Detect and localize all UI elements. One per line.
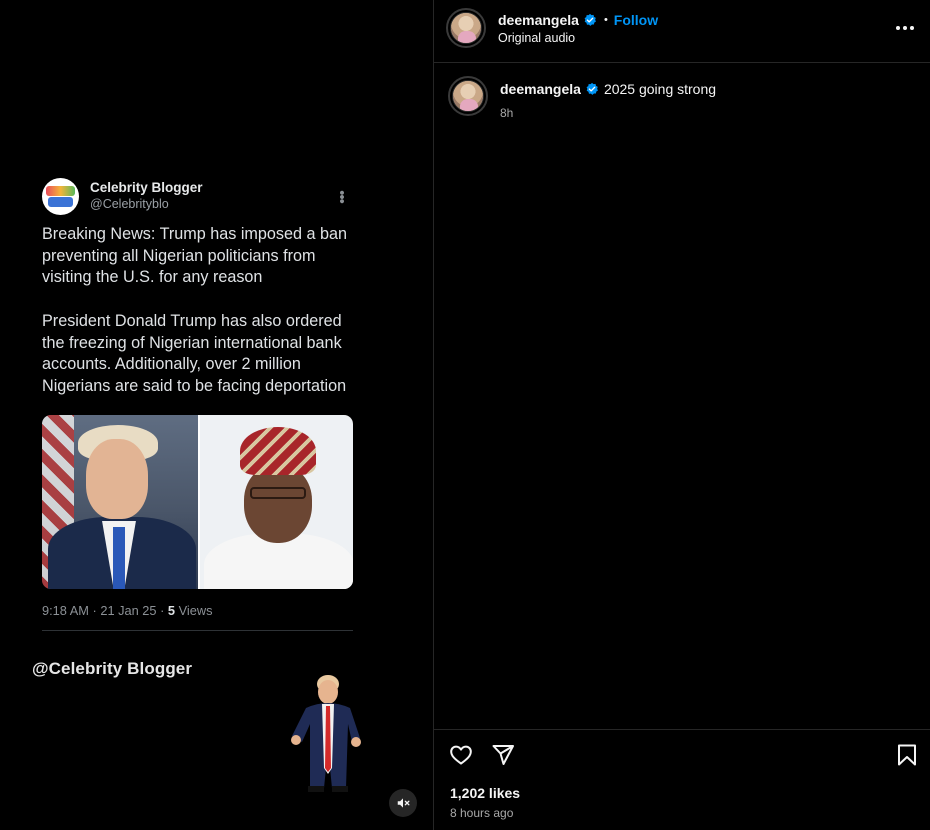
- tweet-text: Breaking News: Trump has imposed a ban p…: [42, 224, 357, 398]
- save-button[interactable]: [894, 742, 920, 768]
- post-header: deemangela • Follow Original audio: [434, 0, 930, 63]
- bookmark-icon: [898, 744, 916, 766]
- more-options-button[interactable]: [895, 20, 915, 36]
- post-timestamp[interactable]: 8 hours ago: [450, 806, 513, 820]
- embedded-tweet: Celebrity Blogger @Celebrityblo ••• Brea…: [42, 176, 354, 631]
- tweet-images: [42, 414, 353, 589]
- caption-timestamp[interactable]: 8h: [500, 106, 513, 120]
- mute-toggle-button[interactable]: [389, 789, 417, 817]
- header-avatar[interactable]: [450, 12, 482, 44]
- dancing-figure-sticker: [291, 675, 361, 792]
- tweet-divider: [42, 629, 353, 631]
- tweet-views-label: Views: [175, 602, 213, 618]
- tweet-photo-right: [198, 414, 353, 589]
- post-details-panel: deemangela • Follow Original audio deema…: [434, 0, 930, 830]
- send-icon: [492, 745, 514, 765]
- caption-avatar[interactable]: [452, 80, 484, 112]
- verified-badge-icon: [584, 13, 596, 26]
- tweet-header: Celebrity Blogger @Celebrityblo •••: [42, 176, 354, 216]
- tweet-photo-left: [42, 414, 198, 589]
- heart-icon: [450, 745, 472, 765]
- video-credit-text: @Celebrity Blogger: [32, 659, 193, 678]
- follow-button[interactable]: Follow: [614, 12, 658, 28]
- more-options-icon: [896, 26, 900, 30]
- tweet-meta: 9:18 AM · 21 Jan 25 · 5 Views: [42, 603, 354, 618]
- tweet-paragraph-2: President Donald Trump has also ordered …: [42, 311, 347, 395]
- tweet-paragraph-1: Breaking News: Trump has imposed a ban p…: [42, 225, 348, 287]
- like-button[interactable]: [448, 742, 474, 768]
- caption-text: 2025 going strong: [603, 81, 717, 97]
- tweet-timestamp: 9:18 AM · 21 Jan 25 ·: [42, 602, 168, 618]
- original-audio-link[interactable]: Original audio: [498, 31, 575, 45]
- tweet-author-avatar: [42, 177, 79, 215]
- tweet-author-name: Celebrity Blogger: [90, 180, 203, 195]
- share-button[interactable]: [490, 742, 516, 768]
- tweet-more-icon: •••: [333, 189, 351, 203]
- likes-count[interactable]: 1,202 likes: [450, 785, 520, 801]
- muted-speaker-icon: [397, 798, 410, 808]
- header-separator: •: [603, 14, 608, 26]
- tweet-author-handle: @Celebrityblo: [90, 197, 169, 211]
- actions-divider: [434, 729, 930, 730]
- tweet-views-count: 5: [167, 602, 176, 618]
- caption-username[interactable]: deemangela: [500, 81, 581, 97]
- post-caption: deemangela 2025 going strong: [500, 81, 716, 97]
- reel-video[interactable]: Celebrity Blogger @Celebrityblo ••• Brea…: [0, 0, 433, 830]
- verified-badge-icon: [586, 82, 598, 95]
- header-username[interactable]: deemangela: [498, 12, 579, 28]
